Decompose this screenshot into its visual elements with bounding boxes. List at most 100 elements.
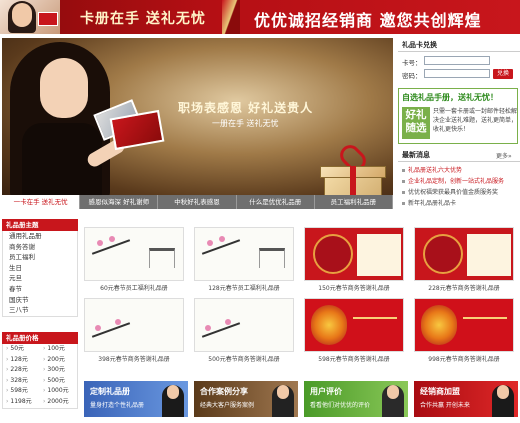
password-label: 密码： [402, 72, 422, 80]
hero-tab[interactable]: 中秋好礼表感恩 [158, 195, 237, 209]
chevron-right-icon: › [6, 397, 9, 405]
chevron-right-icon: › [43, 387, 46, 395]
dealer-join-banner[interactable]: 经销商加盟 合作共赢 开创未来 [414, 381, 518, 417]
person-photo [272, 385, 294, 417]
price-section-title: 礼品册价格 [2, 332, 78, 344]
news-more-link[interactable]: 更多» [496, 151, 512, 160]
product-thumbnail[interactable] [84, 227, 184, 281]
product-card[interactable]: 128元春节员工福利礼品册 [194, 227, 294, 293]
product-card[interactable]: 60元春节员工福利礼品册 [84, 227, 184, 293]
price-item[interactable]: › 1000元 [40, 386, 77, 397]
product-caption[interactable]: 228元春节商务答谢礼品册 [414, 283, 514, 292]
chevron-right-icon: › [6, 355, 9, 363]
product-caption[interactable]: 150元春节商务答谢礼品册 [304, 283, 404, 292]
price-item[interactable]: › 328元 [3, 376, 40, 387]
promo-badge: 好礼随选 [402, 107, 430, 139]
banner-photo [0, 0, 60, 34]
hero-tab[interactable]: 感恩似海深 好礼谢师 [80, 195, 159, 209]
product-card[interactable]: 398元春节商务答谢礼品册 [84, 298, 184, 364]
banner-title: 用户评价 [310, 387, 342, 396]
product-thumbnail[interactable] [414, 298, 514, 352]
product-card[interactable]: 228元春节商务答谢礼品册 [414, 227, 514, 293]
hero-headline: 职场表感恩 好礼送贵人 [178, 101, 314, 115]
bullet-icon [402, 180, 405, 183]
theme-item[interactable]: 国庆节 [3, 295, 77, 306]
product-thumbnail[interactable] [84, 298, 184, 352]
product-caption[interactable]: 398元春节商务答谢礼品册 [84, 354, 184, 363]
product-caption[interactable]: 128元春节员工福利礼品册 [194, 283, 294, 292]
card-number-input[interactable] [424, 56, 490, 65]
theme-item[interactable]: 春节 [3, 284, 77, 295]
chevron-right-icon: › [43, 345, 46, 352]
price-item[interactable]: › 598元 [3, 386, 40, 397]
banner-subtitle: 量身打造个性礼品册 [90, 402, 145, 409]
theme-item[interactable]: 元旦 [3, 273, 77, 284]
product-thumbnail[interactable] [414, 227, 514, 281]
product-card[interactable]: 998元春节商务答谢礼品册 [414, 298, 514, 364]
news-item[interactable]: 企业礼品定制，创新一站式礼品服务 [402, 176, 504, 185]
redeem-title: 礼品卡兑换 [402, 41, 437, 49]
price-list: › 50元 › 100元 › 128元 › 200元 › 228元 › 300元 › 328元… [2, 344, 78, 409]
promo-box[interactable]: 自选礼品手册，送礼无忧！ 好礼随选 只需一套卡册或一封邮件轻松解决企业送礼难题，… [398, 88, 518, 144]
person-photo [492, 385, 514, 417]
bullet-icon [402, 191, 405, 194]
product-card[interactable]: 150元春节商务答谢礼品册 [304, 227, 404, 293]
redeem-button[interactable]: 兑换 [493, 69, 513, 79]
hero-banner[interactable]: 职场表感恩 好礼送贵人 一册在手 送礼无忧 [2, 38, 393, 195]
banner-slogan-left: 卡册在手 送礼无忧 [80, 11, 206, 27]
price-item[interactable]: › 100元 [40, 344, 77, 355]
product-thumbnail[interactable] [304, 227, 404, 281]
product-thumbnail[interactable] [194, 298, 294, 352]
news-panel: 最新消息 更多» 礼品册送礼六大优势 企业礼品定制，创新一站式礼品服务 优优祝福… [398, 148, 520, 210]
theme-list: 通用礼品册 商务答谢 员工福利 生日 元旦 春节 国庆节 三八节 [2, 231, 78, 317]
banner-divider [222, 0, 240, 34]
theme-item[interactable]: 员工福利 [3, 252, 77, 263]
custom-giftbook-banner[interactable]: 定制礼品册 量身打造个性礼品册 [84, 381, 188, 417]
price-item[interactable]: › 300元 [40, 365, 77, 376]
banner-subtitle: 经典大客户服务案例 [200, 402, 255, 409]
price-item[interactable]: › 2000元 [40, 397, 77, 408]
chevron-right-icon: › [6, 345, 9, 352]
chevron-right-icon: › [43, 376, 46, 384]
password-input[interactable] [424, 69, 490, 78]
product-thumbnail[interactable] [304, 298, 404, 352]
news-item[interactable]: 礼品册送礼六大优势 [402, 165, 462, 174]
price-item[interactable]: › 200元 [40, 355, 77, 366]
product-card[interactable]: 500元春节商务答谢礼品册 [194, 298, 294, 364]
top-banner[interactable]: 卡册在手 送礼无忧 优优诚招经销商 邀您共创辉煌 [0, 0, 520, 34]
hero-tab[interactable]: 什么是优优礼品册 [237, 195, 315, 209]
price-item[interactable]: › 228元 [3, 365, 40, 376]
theme-item[interactable]: 商务答谢 [3, 242, 77, 253]
theme-item[interactable]: 生日 [3, 263, 77, 274]
price-item[interactable]: › 1198元 [3, 397, 40, 408]
banner-slogan-right: 优优诚招经销商 邀您共创辉煌 [254, 11, 482, 30]
chevron-right-icon: › [43, 397, 46, 405]
news-item[interactable]: 优优祝福荣获最具价值金质服务奖 [402, 187, 498, 196]
price-item[interactable]: › 128元 [3, 355, 40, 366]
price-item[interactable]: › 500元 [40, 376, 77, 387]
banner-subtitle: 合作共赢 开创未来 [420, 402, 470, 409]
promo-description: 只需一套卡册或一封邮件轻松解决企业送礼难题，送礼更简单，收礼更快乐！ [433, 108, 518, 133]
theme-item[interactable]: 通用礼品册 [3, 231, 77, 242]
product-card[interactable]: 598元春节商务答谢礼品册 [304, 298, 404, 364]
theme-item[interactable]: 三八节 [3, 305, 77, 316]
case-study-banner[interactable]: 合作案例分享 经典大客户服务案例 [194, 381, 298, 417]
chevron-right-icon: › [43, 355, 46, 363]
product-caption[interactable]: 60元春节员工福利礼品册 [84, 283, 184, 292]
chevron-right-icon: › [6, 376, 9, 384]
product-caption[interactable]: 998元春节商务答谢礼品册 [414, 354, 514, 363]
news-item[interactable]: 新年礼品册礼品卡 [402, 198, 456, 207]
banner-title: 合作案例分享 [200, 387, 248, 396]
product-caption[interactable]: 500元春节商务答谢礼品册 [194, 354, 294, 363]
hero-tab[interactable]: 员工福利礼品册 [315, 195, 394, 209]
divider [398, 161, 520, 162]
hero-subtitle: 一册在手 送礼无忧 [212, 119, 279, 128]
user-reviews-banner[interactable]: 用户评价 看看他们对优优的评价 [304, 381, 408, 417]
price-item[interactable]: › 50元 [3, 344, 40, 355]
card-number-label: 卡号： [402, 59, 422, 67]
banner-title: 定制礼品册 [90, 387, 130, 396]
product-thumbnail[interactable] [194, 227, 294, 281]
hero-tab[interactable]: 一卡在手 送礼无忧 [2, 195, 81, 209]
banner-subtitle: 看看他们对优优的评价 [310, 402, 371, 409]
product-caption[interactable]: 598元春节商务答谢礼品册 [304, 354, 404, 363]
